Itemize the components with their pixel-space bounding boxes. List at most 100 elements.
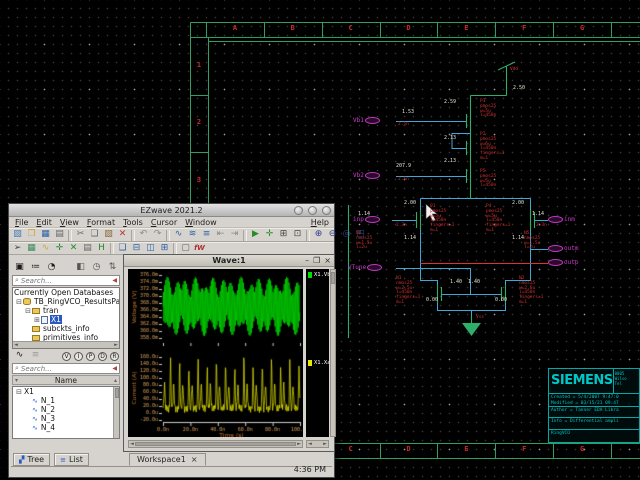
signal-search-input[interactable] [21, 365, 110, 373]
paste-icon[interactable]: ▨ [102, 229, 115, 241]
minimize-button[interactable] [294, 206, 303, 215]
expander-icon[interactable]: ⊞ [33, 316, 41, 324]
menu-tools[interactable]: Tools [119, 218, 147, 227]
port-vb2[interactable]: Vb2 [353, 172, 380, 179]
menu-cursor[interactable]: Cursor [147, 218, 181, 227]
delete-signal-icon[interactable]: ✕ [67, 243, 80, 255]
tree-item-n_1[interactable]: ∿N_1 [13, 396, 119, 405]
tile-horizontal-icon[interactable]: ⊟ [130, 243, 143, 255]
menu-file[interactable]: File [11, 218, 32, 227]
filter-d-icon[interactable]: D [98, 352, 107, 361]
image-icon[interactable]: ▦ [25, 243, 38, 255]
history-icon[interactable]: ◷ [90, 262, 103, 274]
pan-icon[interactable]: ✛ [263, 229, 276, 241]
previous-cursor-icon[interactable]: ⇤ [214, 229, 227, 241]
menu-edit[interactable]: Edit [32, 218, 56, 227]
new-window-icon[interactable]: ▧ [11, 229, 24, 241]
hierarchy-icon[interactable]: ≔ [29, 262, 42, 274]
dock-icon[interactable]: ◧ [74, 262, 87, 274]
print-icon[interactable]: ▤ [53, 229, 66, 241]
play-icon[interactable]: ▶ [249, 229, 262, 241]
wave-titlebar[interactable]: Wave:1 – ❐ × [124, 255, 334, 267]
wave-minimize-button[interactable]: – [305, 255, 309, 267]
signal-tree-vscrollbar[interactable] [113, 387, 119, 438]
waveform-list-icon[interactable]: ∿ [13, 350, 26, 362]
grid-icon[interactable]: ⊞ [277, 229, 290, 241]
window-titlebar[interactable]: EZwave 2021.2 [9, 204, 334, 217]
zoom-window-icon[interactable]: ◳ [354, 229, 367, 241]
menu-help[interactable]: Help [311, 218, 329, 227]
tree-item-tran[interactable]: ⊟tran [13, 306, 119, 315]
database-icon[interactable]: ▣ [13, 262, 26, 274]
tree-item-subckts_info[interactable]: subckts_info [13, 324, 119, 333]
database-search-input[interactable] [21, 277, 110, 285]
undo-icon[interactable]: ↶ [137, 229, 150, 241]
legend-entry-X1.Vb2[interactable]: X1.Vb2 [308, 272, 329, 278]
menu-format[interactable]: Format [83, 218, 119, 227]
tile-grid-icon[interactable]: ⊞ [158, 243, 171, 255]
waveform-plot-canvas[interactable] [128, 269, 303, 437]
cut-icon[interactable]: ✂ [74, 229, 87, 241]
fit-horizontal-icon[interactable]: H [95, 243, 108, 255]
tree-item-n_4[interactable]: ∿N_4 [13, 423, 119, 432]
port-outp[interactable]: outp [548, 259, 578, 266]
port-inm[interactable]: inm [548, 216, 575, 223]
expander-icon[interactable]: ⊟ [15, 298, 23, 306]
tree-tab[interactable]: ▞ Tree [13, 453, 50, 466]
zoom-in-icon[interactable]: ⊕ [312, 229, 325, 241]
report-icon[interactable]: ▤ [81, 243, 94, 255]
port-vb1[interactable]: Vb1 [353, 117, 380, 124]
wave-hscrollbar[interactable]: ◄► [128, 440, 303, 448]
wave-vscrollbar[interactable] [330, 269, 336, 437]
save-icon[interactable]: ▦ [39, 229, 52, 241]
open-icon[interactable]: ❐ [25, 229, 38, 241]
select-icon[interactable]: ➢ [11, 243, 24, 255]
redo-icon[interactable]: ↷ [151, 229, 164, 241]
compare-icon[interactable]: ◔ [45, 262, 58, 274]
filter-r-icon[interactable]: R [110, 352, 119, 361]
port-vtune[interactable]: VTune [348, 264, 382, 271]
maximize-button[interactable] [308, 206, 317, 215]
filter-v-icon[interactable]: V [62, 352, 71, 361]
tree-item-n_3[interactable]: ∿N_3 [13, 414, 119, 423]
tree-item-n_2[interactable]: ∿N_2 [13, 405, 119, 414]
tree-item-x1[interactable]: ⊞X1 [13, 315, 119, 324]
sort-icon[interactable]: ⇅ [106, 262, 119, 274]
filter-p-icon[interactable]: P [86, 352, 95, 361]
menu-view[interactable]: View [56, 218, 83, 227]
wave-restore-button[interactable]: ❐ [313, 255, 320, 267]
filter-i-icon[interactable]: I [74, 352, 83, 361]
zoom-fit-icon[interactable]: ◎ [340, 229, 353, 241]
close-button[interactable] [322, 206, 331, 215]
next-cursor-icon[interactable]: ⇥ [228, 229, 241, 241]
group-list-icon[interactable]: ≡ [29, 350, 42, 362]
port-inp[interactable]: inp [353, 216, 380, 223]
zoom-out-icon[interactable]: ⊖ [326, 229, 339, 241]
cursor-add-icon[interactable]: ✛ [53, 243, 66, 255]
chart-icon[interactable]: ∿ [39, 243, 52, 255]
tree-item-x1[interactable]: ⊟X1 [13, 387, 119, 396]
list-tab[interactable]: ≡ List [54, 453, 89, 466]
select-region-icon[interactable]: ⊡ [291, 229, 304, 241]
stack-chart-icon[interactable]: ≡ [200, 229, 213, 241]
expander-icon[interactable]: ⊟ [24, 307, 32, 315]
tree-item-tb_ringvco_resultspa[interactable]: ⊟TB_RingVCO_ResultsPa [13, 297, 119, 306]
workspace-tab[interactable]: Workspace1 × [129, 453, 206, 466]
clear-search-icon[interactable]: ◀ [112, 277, 117, 284]
copy-icon[interactable]: ❏ [88, 229, 101, 241]
name-column-header[interactable]: ▾ Name ▴ [12, 375, 120, 385]
clear-search-icon[interactable]: ◀ [112, 365, 117, 372]
port-outm[interactable]: outm [548, 245, 578, 252]
zoom-box-icon[interactable]: ▢ [179, 243, 192, 255]
workspace-close-icon[interactable]: × [191, 455, 198, 464]
rf-wave-icon[interactable]: fW [193, 243, 206, 255]
cascade-windows-icon[interactable]: ❏ [116, 243, 129, 255]
legend-hscrollbar[interactable]: ◄► [306, 440, 329, 448]
legend-entry-X1.Xa1.P[interactable]: X1.Xa1.P [308, 360, 329, 366]
wave-close-button[interactable]: × [324, 255, 331, 267]
add-chart-icon[interactable]: ∿ [172, 229, 185, 241]
expander-icon[interactable]: ⊟ [15, 388, 23, 396]
menu-window[interactable]: Window [181, 218, 221, 227]
overlay-chart-icon[interactable]: ≋ [186, 229, 199, 241]
delete-icon[interactable]: ✕ [116, 229, 129, 241]
